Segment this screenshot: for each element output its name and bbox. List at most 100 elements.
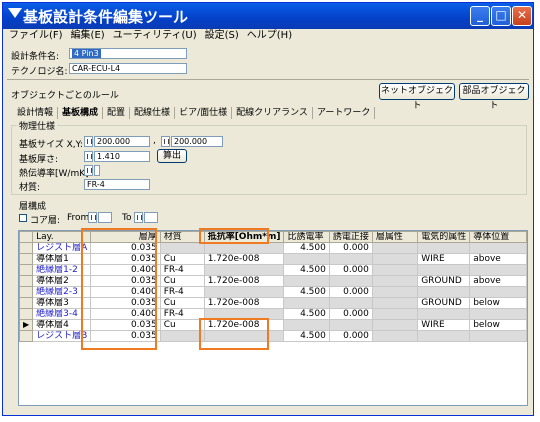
loss-tangent-cell[interactable]: 0.000 — [328, 308, 373, 320]
from-input[interactable] — [98, 212, 112, 223]
col-header-layer-attr[interactable]: 層属性 — [371, 231, 419, 243]
loss-tangent-cell[interactable] — [328, 253, 373, 265]
condition-name-input[interactable]: 4 Pin3 — [69, 48, 187, 59]
electrical-attr-cell[interactable]: GROUND — [417, 275, 471, 287]
size-y-input[interactable]: 200.000 — [171, 136, 223, 147]
to-spin-icon[interactable] — [134, 212, 143, 223]
material-cell[interactable] — [159, 242, 205, 254]
conductor-position-cell[interactable]: below — [469, 297, 527, 309]
permittivity-cell[interactable]: 4.500 — [283, 308, 330, 320]
material-cell[interactable]: FR-4 — [159, 308, 205, 320]
maximize-button[interactable]: □ — [491, 6, 511, 26]
layer-attr-cell[interactable] — [371, 286, 419, 298]
close-button[interactable]: ✕ — [512, 6, 532, 26]
thickness-input[interactable]: 1.410 — [94, 151, 150, 162]
col-header-permittivity[interactable]: 比誘電率 — [283, 231, 330, 243]
object-rules-label: オブジェクトごとのルール — [11, 91, 119, 101]
loss-tangent-cell[interactable]: 0.000 — [328, 286, 373, 298]
electrical-attr-cell[interactable]: WIRE — [417, 253, 471, 265]
layer-attr-cell[interactable] — [371, 297, 419, 309]
tab-artwork[interactable]: アートワーク — [313, 107, 376, 119]
conductor-position-cell[interactable] — [469, 308, 527, 320]
loss-tangent-cell[interactable]: 0.000 — [328, 264, 373, 276]
layer-attr-cell[interactable] — [371, 319, 419, 331]
material-cell[interactable]: Cu — [159, 297, 205, 309]
thickness-spin-icon[interactable] — [84, 151, 93, 162]
conductor-position-cell[interactable]: above — [469, 253, 527, 265]
size-x-input[interactable]: 200.000 — [94, 136, 150, 147]
part-object-button[interactable]: 部品オブジェクト — [459, 83, 529, 111]
material-label: 材質: — [19, 183, 41, 193]
permittivity-cell[interactable] — [283, 319, 330, 331]
permittivity-cell[interactable]: 4.500 — [283, 330, 330, 342]
app-icon — [8, 8, 22, 18]
electrical-attr-cell[interactable] — [417, 286, 471, 298]
menu-file[interactable]: ファイル(F) — [3, 29, 67, 43]
menu-utility[interactable]: ユーティリティ(U) — [109, 29, 201, 43]
tab-wiring-clearance[interactable]: 配線クリアランス — [232, 107, 313, 119]
layer-attr-cell[interactable] — [371, 242, 419, 254]
material-cell[interactable]: FR-4 — [159, 264, 205, 276]
permittivity-cell[interactable]: 4.500 — [283, 242, 330, 254]
loss-tangent-cell[interactable] — [328, 319, 373, 331]
net-object-button[interactable]: ネットオブジェクト — [379, 83, 455, 111]
material-cell[interactable]: Cu — [159, 275, 205, 287]
material-cell[interactable]: Cu — [159, 319, 205, 331]
conductor-position-cell[interactable]: above — [469, 275, 527, 287]
calculate-button[interactable]: 算出 — [157, 149, 187, 163]
col-header-material[interactable]: 材質 — [159, 231, 205, 243]
tab-board-config[interactable]: 基板構成 — [58, 107, 104, 119]
permittivity-cell[interactable] — [283, 297, 330, 309]
electrical-attr-cell[interactable] — [417, 308, 471, 320]
permittivity-cell[interactable] — [283, 253, 330, 265]
minimize-button[interactable]: _ — [470, 6, 490, 26]
conductor-position-cell[interactable] — [469, 242, 527, 254]
from-spin-icon[interactable] — [88, 212, 97, 223]
size-x-spin-icon[interactable] — [84, 136, 93, 147]
electrical-attr-cell[interactable]: GROUND — [417, 297, 471, 309]
loss-tangent-cell[interactable]: 0.000 — [328, 330, 373, 342]
layer-attr-cell[interactable] — [371, 275, 419, 287]
material-input[interactable]: FR-4 — [84, 179, 150, 190]
electrical-attr-cell[interactable] — [417, 264, 471, 276]
size-y-spin-icon[interactable] — [161, 136, 170, 147]
loss-tangent-cell[interactable]: 0.000 — [328, 242, 373, 254]
layer-attr-cell[interactable] — [371, 264, 419, 276]
loss-tangent-cell[interactable] — [328, 275, 373, 287]
layer-attr-cell[interactable] — [371, 330, 419, 342]
loss-tangent-cell[interactable] — [328, 297, 373, 309]
menu-settings[interactable]: 設定(S) — [201, 29, 243, 43]
conductor-position-cell[interactable]: below — [469, 319, 527, 331]
conductivity-spin-icon[interactable] — [84, 165, 93, 176]
menu-help[interactable]: ヘルプ(H) — [243, 29, 296, 43]
tab-placement[interactable]: 配置 — [103, 107, 131, 119]
electrical-attr-cell[interactable]: WIRE — [417, 319, 471, 331]
tab-via-spec[interactable]: ビア/面仕様 — [175, 107, 233, 119]
permittivity-cell[interactable]: 4.500 — [283, 286, 330, 298]
col-header-loss-tangent[interactable]: 誘電正接 — [328, 231, 373, 243]
core-layer-checkbox[interactable] — [19, 214, 27, 222]
material-cell[interactable]: Cu — [159, 253, 205, 265]
tab-wiring-spec[interactable]: 配線仕様 — [130, 107, 176, 119]
to-input[interactable] — [144, 212, 158, 223]
technology-input[interactable]: CAR-ECU-L4 — [69, 63, 187, 74]
permittivity-cell[interactable]: 4.500 — [283, 264, 330, 276]
conductor-position-cell[interactable] — [469, 264, 527, 276]
electrical-attr-cell[interactable] — [417, 330, 471, 342]
col-header-electrical-attr[interactable]: 電気的属性 — [417, 231, 471, 243]
electrical-attr-cell[interactable] — [417, 242, 471, 254]
conductor-position-cell[interactable] — [469, 286, 527, 298]
col-header-conductor-position[interactable]: 導体位置 — [469, 231, 527, 243]
conductor-position-cell[interactable] — [469, 330, 527, 342]
material-cell[interactable]: FR-4 — [159, 286, 205, 298]
layer-config-label: 層構成 — [17, 199, 49, 212]
layer-attr-cell[interactable] — [371, 253, 419, 265]
material-cell[interactable] — [159, 330, 205, 342]
menu-edit[interactable]: 編集(E) — [67, 29, 109, 43]
permittivity-cell[interactable] — [283, 275, 330, 287]
tab-design-info[interactable]: 設計情報 — [13, 107, 59, 119]
layer-attr-cell[interactable] — [371, 308, 419, 320]
title-bar[interactable]: 基板設計条件編集ツール _ □ ✕ — [3, 3, 533, 29]
divider — [7, 79, 529, 80]
conductivity-input[interactable] — [94, 165, 100, 176]
